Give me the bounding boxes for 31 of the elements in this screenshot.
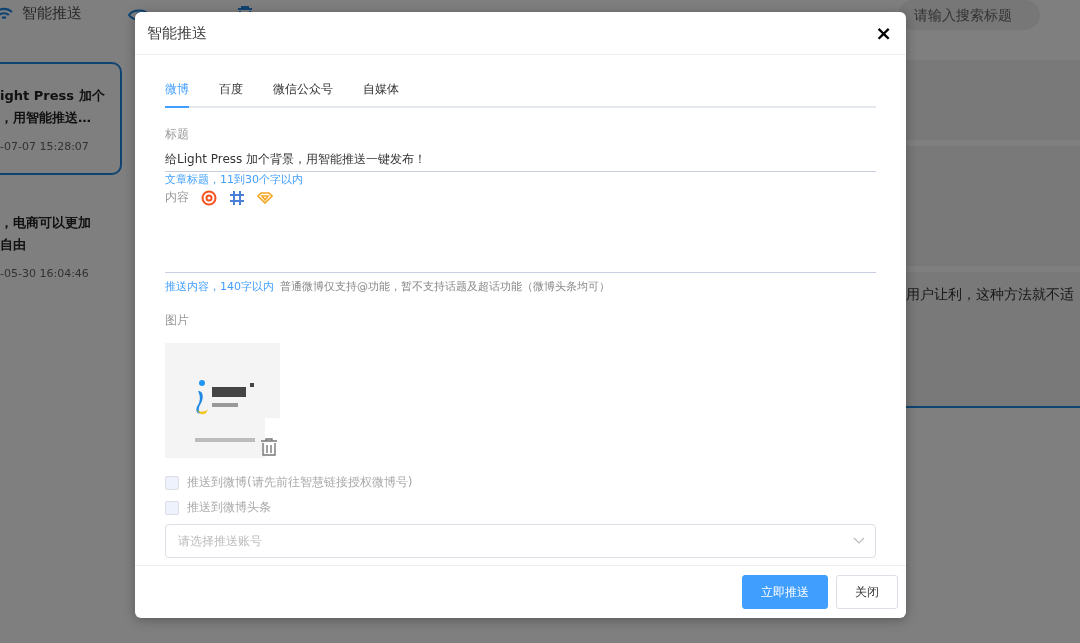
field-hint: 推送内容，140字以内 xyxy=(165,279,274,294)
tab[interactable]: 百度 xyxy=(219,77,243,108)
field-note: 普通微博仅支持@功能，暂不支持话题及超话功能（微博头条均可） xyxy=(280,279,610,294)
tab[interactable]: 自媒体 xyxy=(363,77,399,108)
dialog-title: 智能推送 xyxy=(147,23,207,43)
article-card[interactable]: ight Press 加个 ，用智能推送… -07-07 15:28:07 xyxy=(0,62,122,175)
chevron-down-icon xyxy=(853,537,865,545)
close-dialog-button[interactable]: 关闭 xyxy=(836,575,898,609)
article-title: ight Press 加个 xyxy=(0,87,106,105)
checkbox[interactable] xyxy=(165,500,179,515)
article-title: ，用智能推送… xyxy=(0,109,92,127)
article-time: -05-30 16:04:46 xyxy=(0,267,90,280)
hash-icon[interactable] xyxy=(229,189,245,206)
field-label: 内容 xyxy=(165,189,189,206)
close-button[interactable]: × xyxy=(873,23,894,43)
article-excerpt: 用户让利，这种方法就不适 xyxy=(906,286,1074,304)
checkbox-label: 推送到微博头条 xyxy=(187,499,271,516)
trash-icon[interactable] xyxy=(260,438,278,456)
tab[interactable]: 微信公众号 xyxy=(273,77,333,108)
checkbox[interactable] xyxy=(165,475,179,490)
article-card[interactable]: ，电商可以更加 自由 -05-30 16:04:46 xyxy=(0,189,122,302)
field-label: 标题 xyxy=(165,126,189,143)
article-title: 自由 xyxy=(0,236,27,254)
checkbox-label: 推送到微博(请先前往智慧链接授权微博号) xyxy=(187,474,413,491)
search-field[interactable]: 请输入搜索标题 xyxy=(898,0,1040,30)
article-time: -07-07 15:28:07 xyxy=(0,140,90,153)
article-title: ，电商可以更加 xyxy=(0,214,92,232)
toolbar-title: 智能推送 xyxy=(22,4,82,23)
field-hint: 文章标题，11到30个字以内 xyxy=(165,172,303,187)
diamond-icon[interactable] xyxy=(257,191,273,204)
field-label: 图片 xyxy=(165,312,189,329)
